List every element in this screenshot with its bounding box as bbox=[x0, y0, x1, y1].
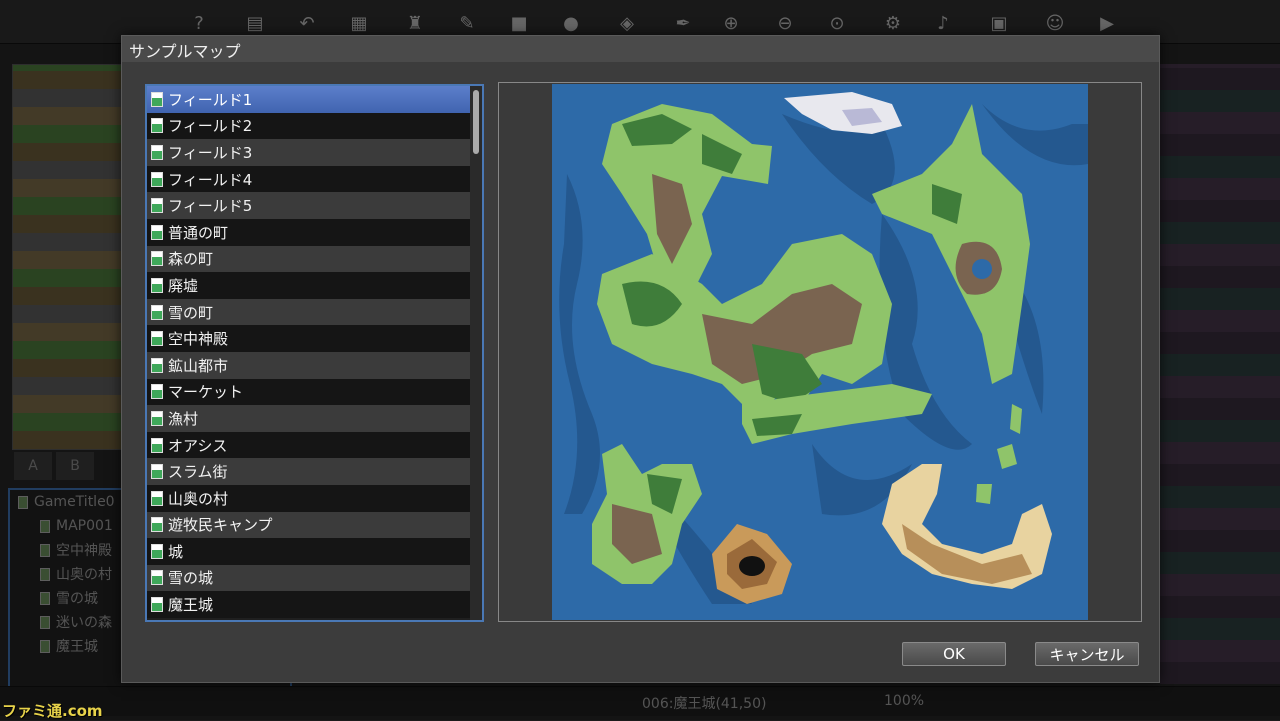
map-preview-panel bbox=[498, 82, 1142, 622]
sample-map-item-label: 山奥の村 bbox=[168, 489, 229, 508]
sample-map-item-label: 廃墟 bbox=[168, 276, 199, 295]
sample-map-item-label: フィールド4 bbox=[168, 170, 253, 189]
ok-button[interactable]: OK bbox=[902, 642, 1006, 666]
sample-map-item-label: マーケット bbox=[168, 383, 244, 402]
sample-map-item[interactable]: 雪の城 bbox=[147, 564, 470, 592]
sample-map-item-label: フィールド1 bbox=[168, 90, 253, 109]
map-page-icon bbox=[151, 384, 163, 400]
sample-map-item-label: オアシス bbox=[168, 436, 228, 455]
sample-map-item-label: 鉱山都市 bbox=[168, 356, 229, 375]
sample-map-item[interactable]: フィールド5 bbox=[147, 192, 470, 219]
sample-map-item[interactable]: 遊牧民キャンプ bbox=[147, 511, 470, 539]
sample-map-item[interactable]: 普通の町 bbox=[147, 218, 470, 246]
volcano-island bbox=[712, 524, 792, 604]
sample-map-item[interactable]: フィールド1 bbox=[147, 86, 470, 113]
list-scrollbar-thumb[interactable] bbox=[473, 90, 479, 154]
map-page-icon bbox=[151, 277, 163, 293]
sample-map-item[interactable]: 森の町 bbox=[147, 245, 470, 273]
sample-map-item[interactable]: オアシス bbox=[147, 431, 470, 459]
sample-map-item-label: 普通の町 bbox=[168, 223, 229, 242]
sample-map-item[interactable]: 雪の町 bbox=[147, 298, 470, 326]
map-page-icon bbox=[151, 304, 163, 320]
sample-map-item-label: 魔王城 bbox=[168, 596, 214, 615]
map-page-icon bbox=[151, 331, 163, 347]
sample-map-item[interactable]: 城 bbox=[147, 538, 470, 565]
list-scrollbar[interactable] bbox=[470, 86, 482, 620]
map-page-icon bbox=[151, 543, 163, 559]
map-page-icon bbox=[151, 517, 163, 533]
dialog-title: サンプルマップ bbox=[122, 36, 1159, 62]
watermark-logo: ファミ通.com bbox=[2, 702, 103, 720]
sample-map-item[interactable]: 廃墟 bbox=[147, 272, 470, 299]
sample-map-item[interactable]: 漁村 bbox=[147, 405, 470, 432]
sample-map-item[interactable]: 鉱山都市 bbox=[147, 351, 470, 379]
sample-map-item-label: 遊牧民キャンプ bbox=[168, 516, 273, 535]
sample-map-item[interactable]: フィールド4 bbox=[147, 165, 470, 193]
sample-map-dialog: サンプルマップ フィールド1 フィールド2 フィールド3 フィールド4 フィールド5 普通… bbox=[121, 35, 1160, 683]
map-page-icon bbox=[151, 597, 163, 613]
sample-map-item-label: スラム街 bbox=[168, 463, 228, 482]
sample-map-item[interactable]: フィールド3 bbox=[147, 139, 470, 166]
sample-map-item[interactable]: 空中神殿 bbox=[147, 325, 470, 352]
map-page-icon bbox=[151, 171, 163, 187]
sample-map-item-label: 空中神殿 bbox=[168, 330, 229, 349]
desert-island bbox=[882, 464, 1052, 589]
sample-map-item-label: 森の町 bbox=[168, 250, 214, 269]
sample-map-item-label: フィールド2 bbox=[168, 117, 253, 136]
map-page-icon bbox=[151, 198, 163, 214]
map-page-icon bbox=[151, 437, 163, 453]
sample-map-item[interactable]: 魔王城 bbox=[147, 591, 470, 618]
map-preview bbox=[552, 84, 1088, 620]
world-map-preview bbox=[559, 92, 1088, 604]
sample-map-item[interactable]: フィールド2 bbox=[147, 112, 470, 140]
map-page-icon bbox=[151, 464, 163, 480]
sample-map-item-label: 雪の城 bbox=[168, 569, 214, 588]
map-page-icon bbox=[151, 570, 163, 586]
map-page-icon bbox=[151, 224, 163, 240]
sample-map-item-label: 城 bbox=[168, 542, 184, 561]
sample-map-item-label: 雪の町 bbox=[168, 303, 214, 322]
map-page-icon bbox=[151, 118, 163, 134]
sample-map-item[interactable]: マーケット bbox=[147, 378, 470, 406]
map-page-icon bbox=[151, 357, 163, 373]
sample-map-item-label: フィールド5 bbox=[168, 197, 253, 216]
southwest-island bbox=[592, 444, 702, 584]
sample-map-list-panel: フィールド1 フィールド2 フィールド3 フィールド4 フィールド5 普通の町森の町廃墟雪… bbox=[145, 84, 484, 622]
sample-map-item[interactable]: 山奥の村 bbox=[147, 484, 470, 512]
sample-map-item[interactable]: スラム街 bbox=[147, 458, 470, 485]
map-page-icon bbox=[151, 251, 163, 267]
map-page-icon bbox=[151, 490, 163, 506]
sample-map-list: フィールド1 フィールド2 フィールド3 フィールド4 フィールド5 普通の町森の町廃墟雪… bbox=[147, 86, 470, 620]
map-page-icon bbox=[151, 144, 163, 160]
map-page-icon bbox=[151, 91, 163, 107]
cancel-button[interactable]: キャンセル bbox=[1035, 642, 1139, 666]
sample-map-item-label: フィールド3 bbox=[168, 143, 253, 162]
sample-map-item-label: 漁村 bbox=[168, 409, 199, 428]
small-islets bbox=[976, 404, 1022, 504]
map-page-icon bbox=[151, 410, 163, 426]
